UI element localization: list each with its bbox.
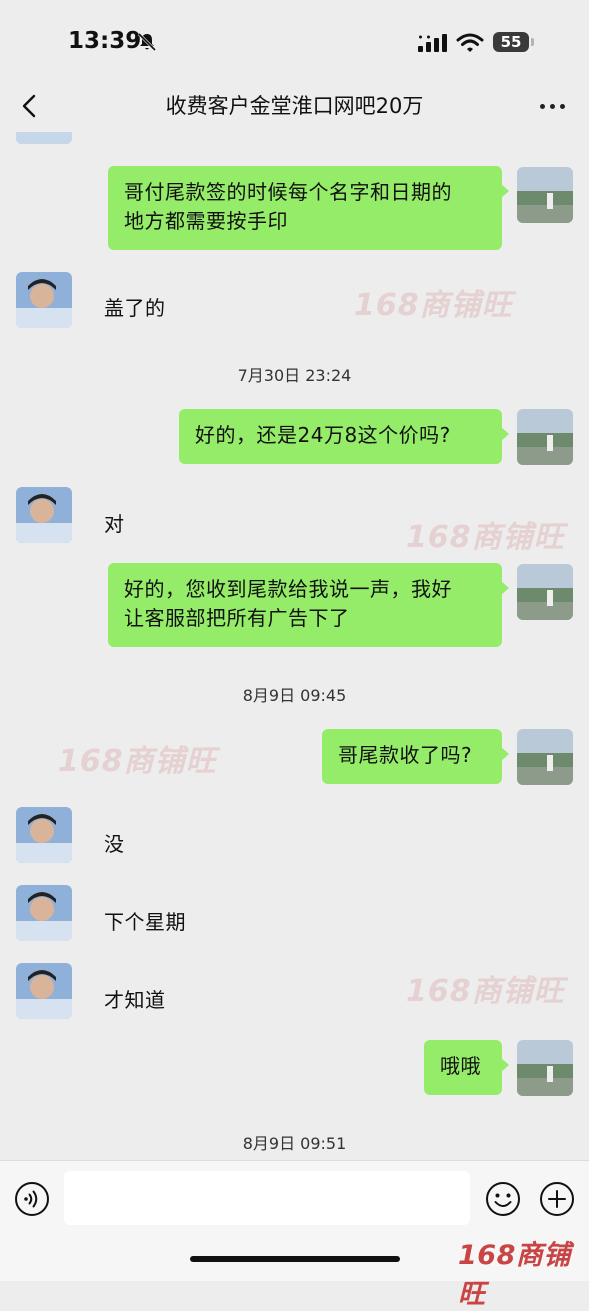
message-bubble-other[interactable]: 对	[88, 498, 141, 551]
message-bubble-other[interactable]: 才知道	[88, 974, 182, 1027]
message-bubble-self[interactable]: 哥付尾款签的时候每个名字和日期的 地方都需要按手印	[108, 166, 509, 250]
watermark: 168商铺旺	[58, 744, 217, 779]
message-bubble-self[interactable]: 好的，还是24万8这个价吗?	[179, 409, 509, 464]
message-bubble-self[interactable]: 好的，您收到尾款给我说一声，我好 让客服部把所有广告下了	[108, 563, 509, 647]
user-avatar[interactable]	[517, 1040, 573, 1096]
status-time: 13:39	[68, 28, 142, 54]
message-text: 盖了的	[104, 296, 166, 320]
message-bubble-other[interactable]: 盖了的	[88, 282, 182, 335]
contact-avatar[interactable]	[16, 963, 72, 1019]
signal-icon	[418, 34, 447, 52]
bell-muted-icon	[137, 32, 157, 52]
message-line: 地方都需要按手印	[124, 209, 288, 233]
message-bubble-other[interactable]: 下个星期	[88, 896, 202, 949]
contact-avatar[interactable]	[16, 272, 72, 328]
chat-timestamp: 8月9日 09:45	[242, 686, 347, 705]
home-indicator[interactable]	[190, 1256, 400, 1262]
plus-icon[interactable]	[539, 1181, 575, 1217]
contact-avatar[interactable]	[16, 487, 72, 543]
back-icon[interactable]	[14, 90, 46, 122]
emoji-icon[interactable]	[485, 1181, 521, 1217]
message-text: 好的，还是24万8这个价吗?	[195, 423, 451, 447]
chat-messages[interactable]: 哥付尾款签的时候每个名字和日期的 地方都需要按手印 盖了的 7月30日 23:2…	[0, 132, 589, 1160]
message-text: 没	[104, 832, 125, 856]
watermark: 168商铺旺	[406, 520, 565, 555]
chat-timestamp: 7月30日 23:24	[237, 366, 352, 385]
message-bubble-self[interactable]: 哥尾款收了吗?	[322, 729, 509, 784]
user-avatar[interactable]	[517, 167, 573, 223]
contact-avatar[interactable]	[16, 132, 72, 144]
contact-avatar[interactable]	[16, 885, 72, 941]
message-input[interactable]	[64, 1171, 470, 1225]
voice-icon[interactable]	[14, 1181, 50, 1217]
wifi-icon	[456, 33, 484, 52]
user-avatar[interactable]	[517, 409, 573, 465]
message-line: 好的，您收到尾款给我说一声，我好	[124, 577, 452, 601]
message-bubble-self[interactable]: 哦哦	[424, 1040, 509, 1095]
message-bubble-other[interactable]: 没	[88, 818, 141, 871]
message-text: 下个星期	[104, 910, 186, 934]
nav-bar: 收费客户金堂淮口网吧20万	[0, 80, 589, 132]
watermark: 168商铺旺	[354, 288, 513, 323]
chat-timestamp: 8月9日 09:51	[242, 1134, 347, 1153]
battery-level: 55	[493, 32, 529, 52]
watermark-logo: 168商铺旺	[458, 1240, 571, 1310]
watermark: 168商铺旺	[406, 974, 565, 1009]
message-text: 对	[104, 512, 125, 536]
status-bar: 13:39 55	[0, 0, 589, 80]
battery-tip	[531, 38, 534, 46]
more-icon[interactable]	[537, 92, 569, 120]
user-avatar[interactable]	[517, 729, 573, 785]
message-line: 哥付尾款签的时候每个名字和日期的	[124, 180, 452, 204]
message-line: 让客服部把所有广告下了	[124, 606, 350, 630]
message-text: 哥尾款收了吗?	[338, 743, 473, 767]
message-text: 哦哦	[440, 1054, 481, 1078]
message-text: 才知道	[104, 988, 166, 1012]
user-avatar[interactable]	[517, 564, 573, 620]
contact-avatar[interactable]	[16, 807, 72, 863]
chat-title: 收费客户金堂淮口网吧20万	[165, 94, 424, 118]
battery-icon: 55	[493, 32, 535, 52]
